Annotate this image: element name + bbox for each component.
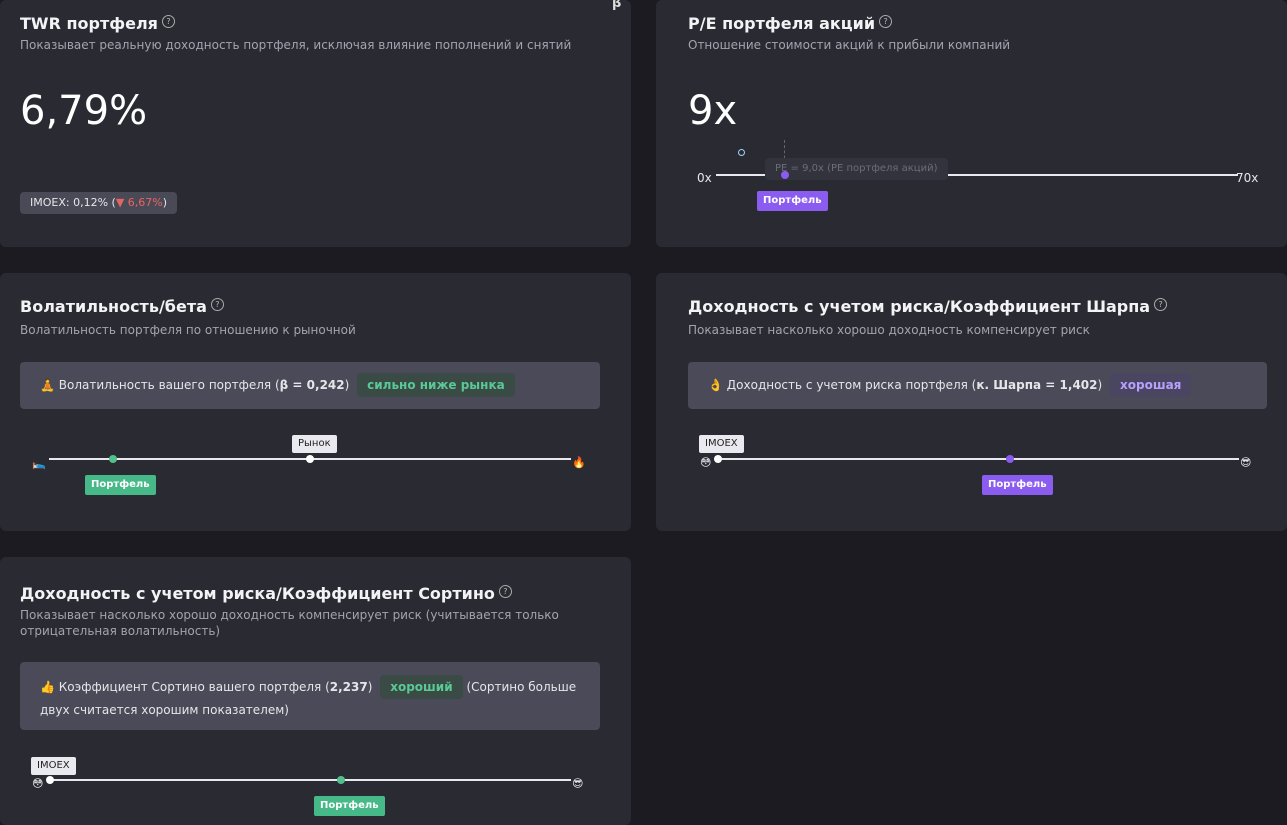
sharpe-card: Доходность с учетом риска/Коэффициент Ша… [656,273,1287,531]
volatility-card: Волатильность/бета? Волатильность портфе… [0,273,631,531]
volatility-portfolio-marker[interactable] [109,455,117,463]
pe-tooltip: PE = 9,0x (PE портфеля акций) [765,158,948,180]
volatility-subtitle: Волатильность портфеля по отношению к ры… [20,323,356,337]
sortino-title: Доходность с учетом риска/Коэффициент Со… [20,584,512,603]
flushed-face-icon: 😳 [32,777,44,790]
sharpe-subtitle: Показывает насколько хорошо доходность к… [688,323,1090,337]
market-marker[interactable] [306,455,314,463]
sharpe-status-tag: хорошая [1110,373,1192,397]
help-icon[interactable]: ? [498,585,512,598]
sharpe-imoex-marker[interactable] [714,455,722,463]
pe-axis-min: 0x [697,171,712,185]
flushed-face-icon: 😳 [700,456,712,469]
help-icon[interactable]: ? [1154,298,1168,311]
pe-portfolio-marker[interactable] [781,171,789,179]
volatility-info-box: 🧘 Волатильность вашего портфеля (β = 0,2… [20,362,600,409]
pe-card: P/E портфеля акций? Отношение стоимости … [656,0,1287,247]
bed-icon: 🛌 [32,457,46,470]
pe-title: P/E портфеля акций? [688,14,893,33]
pe-subtitle: Отношение стоимости акций к прибыли комп… [688,38,1011,52]
sortino-value: 2,237 [329,680,368,694]
sortino-portfolio-label: Портфель [314,796,385,816]
beta-symbol: β [612,0,622,11]
volatility-portfolio-label: Портфель [85,475,156,495]
sharpe-info-box: 👌 Доходность с учетом риска портфеля (к.… [688,362,1267,409]
sharpe-portfolio-label: Портфель [982,475,1053,495]
sortino-info-box: 👍 Коэффициент Сортино вашего портфеля (2… [20,662,600,730]
imoex-diff: 6,67% [127,196,163,209]
twr-title: TWR портфеля? [20,14,175,33]
sortino-imoex-label: IMOEX [31,757,76,775]
imoex-comparison-badge: IMOEX: 0,12% (▼ 6,67%) [20,192,178,214]
pe-value: 9x [688,88,738,134]
fire-icon: 🔥 [572,456,586,469]
down-arrow-icon: ▼ [115,196,125,209]
pe-axis-max: 70x [1236,171,1259,185]
pe-small-marker [738,149,745,156]
meditation-icon: 🧘 [40,378,55,392]
thumbs-up-icon: 👍 [40,680,55,694]
sortino-card: Доходность с учетом риска/Коэффициент Со… [0,557,631,825]
twr-card: TWR портфеля? Показывает реальную доходн… [0,0,631,247]
beta-value: β = 0,242 [279,378,345,392]
sortino-subtitle-line1: Показывает насколько хорошо доходность к… [20,608,559,622]
twr-subtitle: Показывает реальную доходность портфеля,… [20,38,572,52]
help-icon[interactable]: ? [210,298,224,311]
pe-portfolio-label: Портфель [757,191,828,211]
sunglasses-face-icon: 😎 [1240,456,1252,469]
volatility-title: Волатильность/бета? [20,297,224,316]
sortino-subtitle-line2: отрицательная волатильность) [20,624,221,638]
sharpe-track [717,458,1239,460]
sharpe-title: Доходность с учетом риска/Коэффициент Ша… [688,297,1168,316]
sharpe-imoex-label: IMOEX [699,435,744,453]
sortino-track [49,779,571,781]
sharpe-value: к. Шарпа = 1,402 [976,378,1098,392]
help-icon[interactable]: ? [879,15,893,28]
market-label: Рынок [292,435,337,453]
sortino-text-line2: двух считается хорошим показателем) [40,703,289,717]
volatility-status-tag: сильно ниже рынка [357,373,515,397]
sortino-status-tag: хороший [380,675,463,699]
sunglasses-face-icon: 😎 [572,777,584,790]
help-icon[interactable]: ? [161,15,175,28]
ok-hand-icon: 👌 [708,378,723,392]
sharpe-portfolio-marker[interactable] [1006,455,1014,463]
sortino-imoex-marker[interactable] [46,776,54,784]
sortino-portfolio-marker[interactable] [337,776,345,784]
twr-value: 6,79% [20,88,148,134]
